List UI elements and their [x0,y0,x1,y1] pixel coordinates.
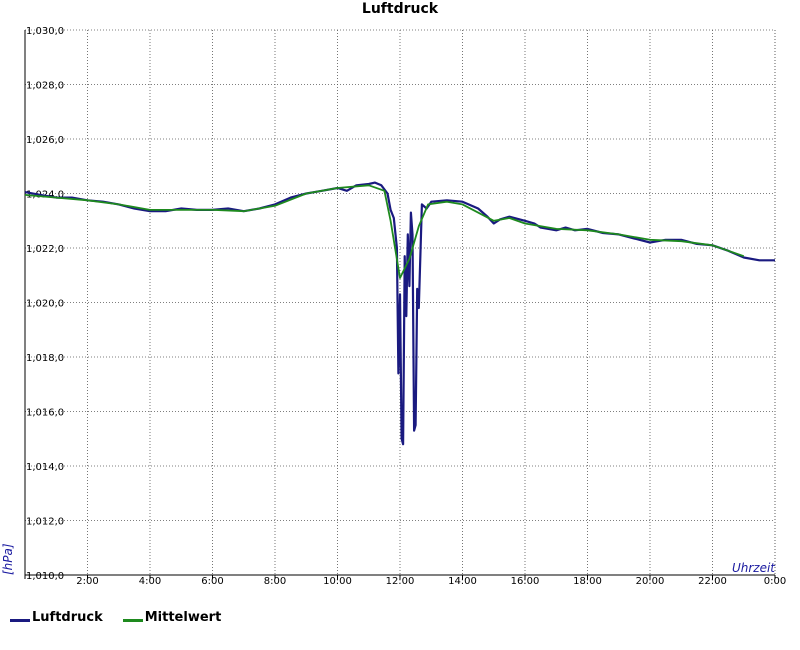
x-tick-label: 16:00 [511,576,540,587]
x-tick-label: 4:00 [139,576,161,587]
y-tick-label: 1,012,0 [26,517,64,528]
luftdruck-chart: Luftdruck 1,010,01,012,01,014,01,016,01,… [1,1,786,587]
legend-swatch-luftdruck [10,618,30,622]
y-tick-label: 1,022,0 [26,244,64,255]
x-tick-label: 12:00 [386,576,415,587]
y-tick-label: 1,010,0 [26,571,64,582]
chart-title: Luftdruck [362,1,439,17]
x-tick-label: 0:00 [764,576,786,587]
legend: Luftdruck Mittelwert [10,606,221,628]
legend-swatch-mittelwert [122,618,143,622]
y-tick-label: 1,026,0 [26,135,64,146]
y-tick-label: 1,016,0 [26,408,64,419]
y-tick-label: 1,020,0 [26,299,64,310]
y-tick-label: 1,028,0 [26,81,64,92]
series-lines [24,181,775,446]
x-tick-labels: 2:00 4:00 6:00 8:00 10:00 12:00 14:00 16:00 18:0… [76,576,786,587]
x-tick-label: 18:00 [573,576,602,587]
x-tick-label: 14:00 [448,576,477,587]
legend-label-mittelwert: Mittelwert [144,609,222,625]
legend-label-luftdruck: Luftdruck [32,609,103,625]
legend-item-luftdruck: Luftdruck [10,610,103,625]
x-tick-label: 22:00 [698,576,727,587]
series-line-mittelwert [24,184,745,279]
y-tick-label: 1,014,0 [26,462,64,473]
x-tick-label: 10:00 [323,576,352,587]
legend-item-mittelwert: Mittelwert [122,609,222,625]
x-axis-label: Uhrzeit [732,561,776,575]
y-axis-label: [hPa] [1,543,15,575]
x-tick-label: 6:00 [201,576,223,587]
y-tick-labels: 1,010,0 1,012,0 1,014,0 1,016,0 1,018,0 1,020… [26,26,64,582]
x-tick-label: 2:00 [76,576,98,587]
y-tick-label: 1,018,0 [26,353,64,364]
x-tick-label: 20:00 [636,576,665,587]
series-line-luftdruck [24,181,775,446]
x-tick-label: 8:00 [264,576,286,587]
y-tick-label: 1,030,0 [26,26,64,37]
